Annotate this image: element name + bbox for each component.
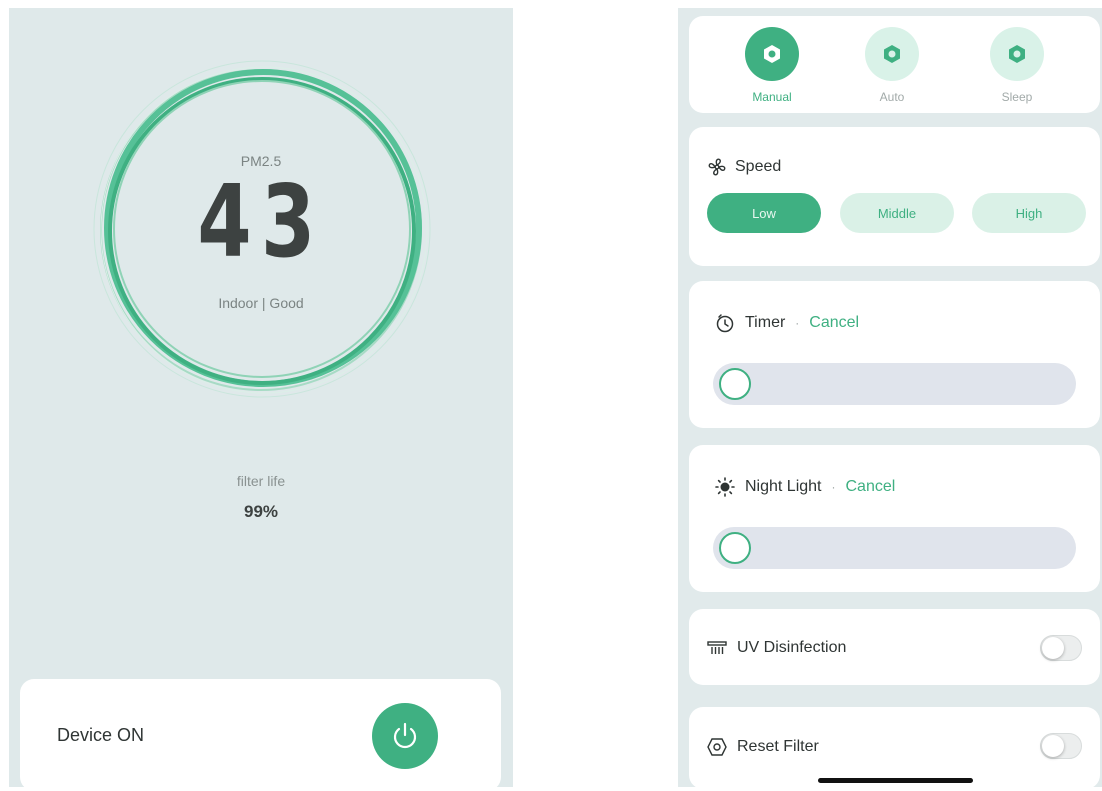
speed-header: Speed <box>707 157 781 177</box>
uv-toggle[interactable] <box>1040 635 1082 661</box>
reset-filter-toggle[interactable] <box>1040 733 1082 759</box>
nut-icon <box>865 27 919 81</box>
mode-label: Auto <box>879 90 905 104</box>
mode-label: Manual <box>752 90 792 104</box>
sun-icon <box>715 477 735 497</box>
pm-value: 43 <box>197 163 325 280</box>
device-status-label: Device ON <box>57 725 145 745</box>
night-light-cancel-link[interactable]: Cancel <box>846 478 896 496</box>
device-status-card: Device ON <box>20 679 501 791</box>
night-light-title: Night Light <box>745 478 822 495</box>
filter-life-value: 99% <box>243 502 279 521</box>
power-icon <box>393 722 417 749</box>
nut-icon <box>745 27 799 81</box>
uv-title: UV Disinfection <box>737 639 847 656</box>
reset-filter-header: Reset Filter <box>707 737 819 757</box>
home-indicator[interactable] <box>818 778 973 783</box>
air-quality-status: Indoor | Good <box>218 295 304 311</box>
mode-label: Sleep <box>1001 90 1033 104</box>
filter-icon <box>707 738 727 756</box>
speed-high-button[interactable]: High <box>972 193 1086 233</box>
timer-title: Timer <box>745 314 786 331</box>
separator-dot: · <box>795 316 800 330</box>
reset-filter-card: Reset Filter <box>689 707 1100 787</box>
nut-icon <box>990 27 1044 81</box>
mode-sleep[interactable]: Sleep <box>977 27 1057 104</box>
timer-icon <box>716 314 734 333</box>
speed-middle-button[interactable]: Middle <box>840 193 954 233</box>
fan-icon <box>708 158 726 176</box>
controls-screen: Manual Auto Sleep Speed Low Middle High … <box>678 8 1102 787</box>
mode-auto[interactable]: Auto <box>852 27 932 104</box>
speed-low-button[interactable]: Low <box>707 193 821 233</box>
speed-card: Speed Low Middle High <box>689 127 1100 266</box>
night-light-slider[interactable] <box>713 527 1076 569</box>
uv-lamp-icon <box>707 641 727 654</box>
filter-life-label: filter life <box>236 473 286 489</box>
separator-dot: · <box>831 480 836 494</box>
night-light-slider-handle[interactable] <box>719 532 751 564</box>
night-light-header: Night Light · Cancel <box>715 477 895 497</box>
night-light-card: Night Light · Cancel <box>689 445 1100 592</box>
timer-slider[interactable] <box>713 363 1076 405</box>
toggle-thumb <box>1042 637 1064 659</box>
power-button[interactable] <box>372 703 438 769</box>
uv-header: UV Disinfection <box>707 639 846 657</box>
mode-manual[interactable]: Manual <box>732 27 812 104</box>
toggle-thumb <box>1042 735 1064 757</box>
speed-title: Speed <box>735 158 782 175</box>
uv-disinfection-card: UV Disinfection <box>689 609 1100 685</box>
reset-filter-title: Reset Filter <box>737 738 819 755</box>
timer-header: Timer · Cancel <box>715 313 859 333</box>
timer-card: Timer · Cancel <box>689 281 1100 428</box>
air-quality-screen: PM2.5 43 Indoor | Good filter life 99% D… <box>9 8 513 791</box>
mode-selector: Manual Auto Sleep <box>689 16 1100 113</box>
timer-cancel-link[interactable]: Cancel <box>809 314 859 332</box>
timer-slider-handle[interactable] <box>719 368 751 400</box>
